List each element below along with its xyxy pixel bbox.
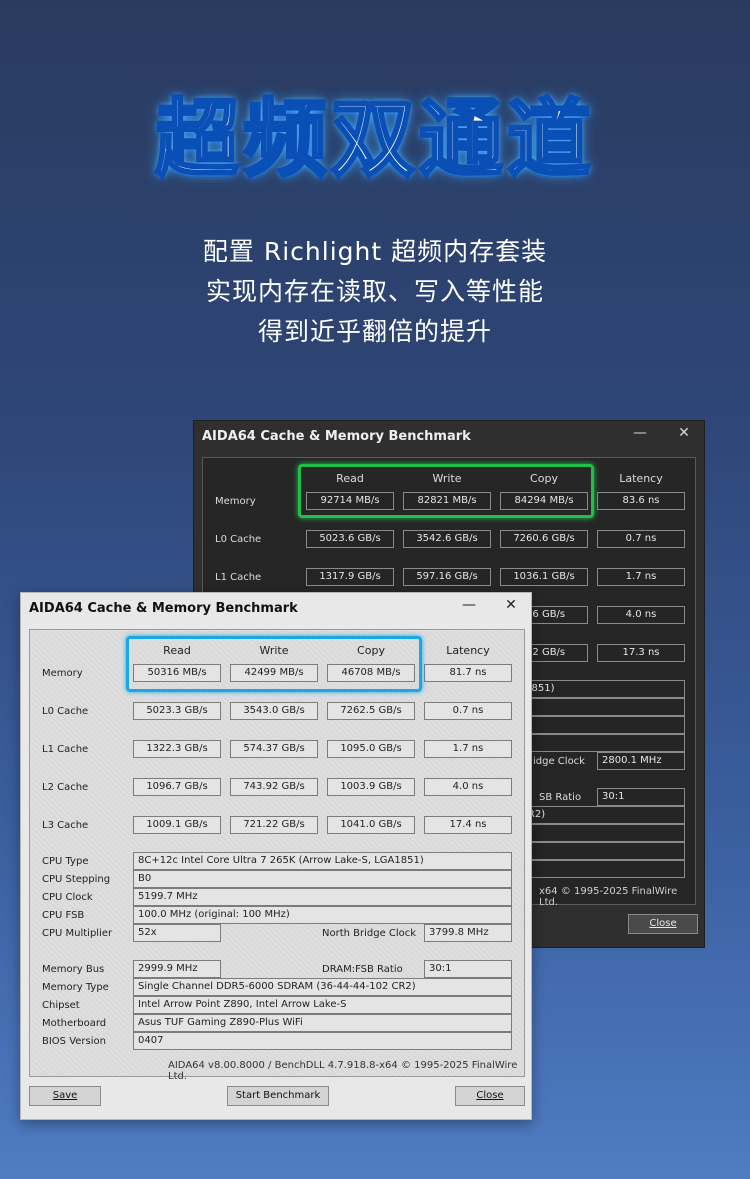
save-button-label: Save <box>52 1090 78 1101</box>
l1-latency-value: 1.7 ns <box>597 568 685 586</box>
column-header-latency: Latency <box>446 644 490 657</box>
row-label: L3 Cache <box>42 820 89 831</box>
motherboard-label: Motherboard <box>42 1018 107 1029</box>
l1-latency-value: 1.7 ns <box>424 740 512 758</box>
l0-copy-value: 7262.5 GB/s <box>327 702 415 720</box>
dram-fsb-field: 30:1 <box>424 960 512 978</box>
l0-read-value: 5023.3 GB/s <box>133 702 221 720</box>
close-button-label: Close <box>476 1090 504 1101</box>
minimize-icon[interactable]: — <box>630 425 650 441</box>
l0-read-value: 5023.6 GB/s <box>306 530 394 548</box>
l3-latency-value: 17.4 ns <box>424 816 512 834</box>
l2-read-value: 1096.7 GB/s <box>133 778 221 796</box>
nb-clock-label: North Bridge Clock <box>322 928 417 939</box>
nb-clock-label: idge Clock <box>533 756 585 767</box>
row-label: Memory <box>42 668 83 679</box>
row-label: L1 Cache <box>42 744 89 755</box>
l0-write-value: 3542.6 GB/s <box>403 530 491 548</box>
column-header-latency: Latency <box>619 472 663 485</box>
l2-latency-value: 4.0 ns <box>424 778 512 796</box>
l1-write-value: 597.16 GB/s <box>403 568 491 586</box>
highlight-frame-blue <box>126 636 422 692</box>
memory-latency-value: 83.6 ns <box>597 492 685 510</box>
memory-type-label: Memory Type <box>42 982 109 993</box>
row-label: L1 Cache <box>215 572 262 583</box>
cpu-fsb-label: CPU FSB <box>42 910 85 921</box>
bios-version-label: BIOS Version <box>42 1036 106 1047</box>
l2-write-value: 743.92 GB/s <box>230 778 318 796</box>
row-label: L2 Cache <box>42 782 89 793</box>
subtitle-line-3: 得到近乎翻倍的提升 <box>257 317 492 346</box>
cpu-stepping-label: CPU Stepping <box>42 874 111 885</box>
memory-bus-label: Memory Bus <box>42 964 105 975</box>
close-button-label: Close <box>649 918 677 929</box>
save-button[interactable]: Save <box>29 1086 101 1106</box>
nb-clock-field: 3799.8 MHz <box>424 924 512 942</box>
chipset-label: Chipset <box>42 1000 80 1011</box>
l3-write-value: 721.22 GB/s <box>230 816 318 834</box>
close-icon[interactable]: ✕ <box>674 425 694 441</box>
footer-copyright: x64 © 1995-2025 FinalWire Ltd. <box>539 886 678 908</box>
l3-read-value: 1009.1 GB/s <box>133 816 221 834</box>
l2-copy-value: 1003.9 GB/s <box>327 778 415 796</box>
memory-type-field: Single Channel DDR5-6000 SDRAM (36-44-44… <box>133 978 512 996</box>
nb-clock-field: 2800.1 MHz <box>597 752 685 770</box>
memory-bus-field: 2999.9 MHz <box>133 960 221 978</box>
dram-fsb-field: 30:1 <box>597 788 685 806</box>
cpu-multiplier-label: CPU Multiplier <box>42 928 113 939</box>
l1-read-value: 1322.3 GB/s <box>133 740 221 758</box>
subtitle-line-2: 实现内存在读取、写入等性能 <box>205 277 544 306</box>
close-icon[interactable]: ✕ <box>501 597 521 613</box>
l1-copy-value: 1095.0 GB/s <box>327 740 415 758</box>
l3-latency-value: 17.3 ns <box>597 644 685 662</box>
l0-write-value: 3543.0 GB/s <box>230 702 318 720</box>
cpu-type-field: 8C+12c Intel Core Ultra 7 265K (Arrow La… <box>133 852 512 870</box>
l0-latency-value: 0.7 ns <box>424 702 512 720</box>
close-button[interactable]: Close <box>628 914 698 934</box>
window-title: AIDA64 Cache & Memory Benchmark <box>202 429 471 444</box>
close-button[interactable]: Close <box>455 1086 525 1106</box>
dram-fsb-label: SB Ratio <box>539 792 582 803</box>
chipset-field: Intel Arrow Point Z890, Intel Arrow Lake… <box>133 996 512 1014</box>
l1-read-value: 1317.9 GB/s <box>306 568 394 586</box>
row-label: L0 Cache <box>42 706 89 717</box>
row-label: L0 Cache <box>215 534 262 545</box>
l2-latency-value: 4.0 ns <box>597 606 685 624</box>
subtitle-line-1: 配置 Richlight 超频内存套装 <box>202 237 548 266</box>
l0-copy-value: 7260.6 GB/s <box>500 530 588 548</box>
aida64-window-light: AIDA64 Cache & Memory Benchmark — ✕ Read… <box>20 592 532 1120</box>
bios-version-field: 0407 <box>133 1032 512 1050</box>
memory-latency-value: 81.7 ns <box>424 664 512 682</box>
cpu-stepping-field: B0 <box>133 870 512 888</box>
l1-write-value: 574.37 GB/s <box>230 740 318 758</box>
dram-fsb-label: DRAM:FSB Ratio <box>322 964 403 975</box>
window-title: AIDA64 Cache & Memory Benchmark <box>29 601 298 616</box>
l1-copy-value: 1036.1 GB/s <box>500 568 588 586</box>
minimize-icon[interactable]: — <box>459 597 479 613</box>
benchmark-panel: Read Write Copy Latency Memory 50316 MB/… <box>29 629 525 1082</box>
cpu-type-label: CPU Type <box>42 856 89 867</box>
start-benchmark-button[interactable]: Start Benchmark <box>227 1086 329 1106</box>
hero-title: 超频双通道 <box>153 89 595 190</box>
row-label: Memory <box>215 496 256 507</box>
cpu-multiplier-field: 52x <box>133 924 221 942</box>
l3-copy-value: 1041.0 GB/s <box>327 816 415 834</box>
cpu-clock-field: 5199.7 MHz <box>133 888 512 906</box>
l0-latency-value: 0.7 ns <box>597 530 685 548</box>
motherboard-field: Asus TUF Gaming Z890-Plus WiFi <box>133 1014 512 1032</box>
cpu-clock-label: CPU Clock <box>42 892 93 903</box>
cpu-fsb-field: 100.0 MHz (original: 100 MHz) <box>133 906 512 924</box>
highlight-frame-green <box>298 464 594 518</box>
footer-copyright: AIDA64 v8.00.8000 / BenchDLL 4.7.918.8-x… <box>168 1060 518 1082</box>
